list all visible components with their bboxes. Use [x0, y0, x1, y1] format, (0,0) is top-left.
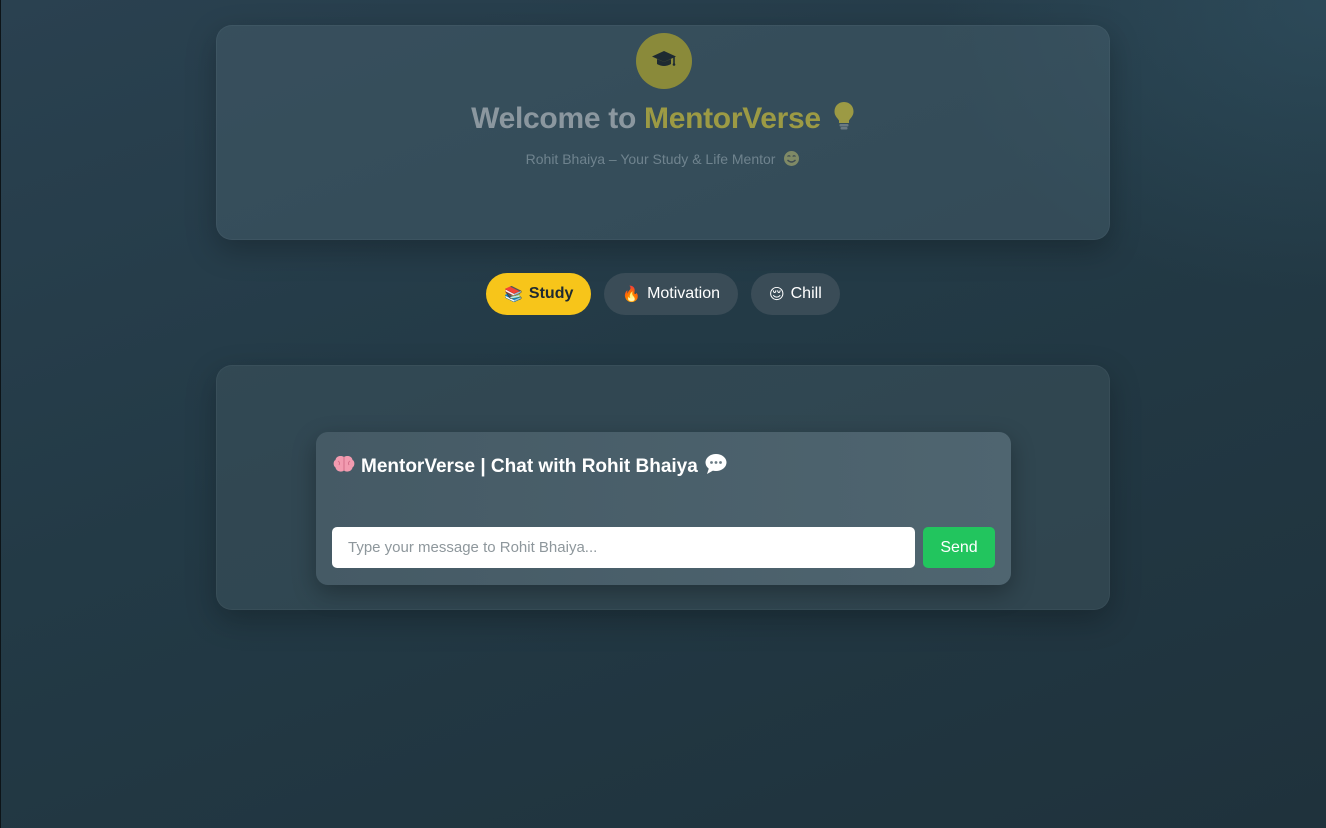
mode-label: Motivation [647, 285, 720, 302]
mode-label: Chill [790, 285, 822, 302]
mode-button-motivation[interactable]: 🔥 Motivation [604, 273, 738, 315]
mode-button-study[interactable]: 📚 Study [486, 273, 592, 315]
speech-bubble-icon [704, 453, 728, 481]
fire-icon: 🔥 [622, 285, 642, 303]
title-prefix: Welcome to [471, 102, 645, 135]
lightbulb-icon [833, 101, 855, 139]
chat-title: MentorVerse | Chat with Rohit Bhaiya [333, 453, 728, 481]
books-icon: 📚 [504, 285, 523, 303]
mode-selector: 📚 Study 🔥 Motivation 😌 Chill [0, 273, 1326, 315]
graduation-cap-icon [651, 48, 677, 75]
send-button[interactable]: Send [923, 527, 995, 568]
relieved-face-icon: 😌 [768, 285, 785, 303]
chat-panel: MentorVerse | Chat with Rohit Bhaiya Sen… [316, 432, 1011, 585]
logo-badge [636, 33, 692, 89]
subtitle-text: Rohit Bhaiya – Your Study & Life Mentor [525, 151, 776, 167]
chat-container: MentorVerse | Chat with Rohit Bhaiya Sen… [216, 365, 1110, 610]
welcome-header-card: Welcome to MentorVerse Rohit Bhaiya – Yo… [216, 25, 1110, 240]
window-edge [0, 0, 1, 828]
brain-icon [333, 455, 355, 479]
page-subtitle: Rohit Bhaiya – Your Study & Life Mentor [217, 150, 1109, 170]
chat-message-input[interactable] [332, 527, 915, 568]
mode-button-chill[interactable]: 😌 Chill [750, 273, 840, 315]
chat-title-text: MentorVerse | Chat with Rohit Bhaiya [361, 456, 698, 477]
mode-label: Study [528, 285, 574, 302]
smiling-face-icon [783, 150, 800, 170]
page-title: Welcome to MentorVerse [217, 101, 1109, 139]
brand-name: MentorVerse [644, 102, 821, 135]
